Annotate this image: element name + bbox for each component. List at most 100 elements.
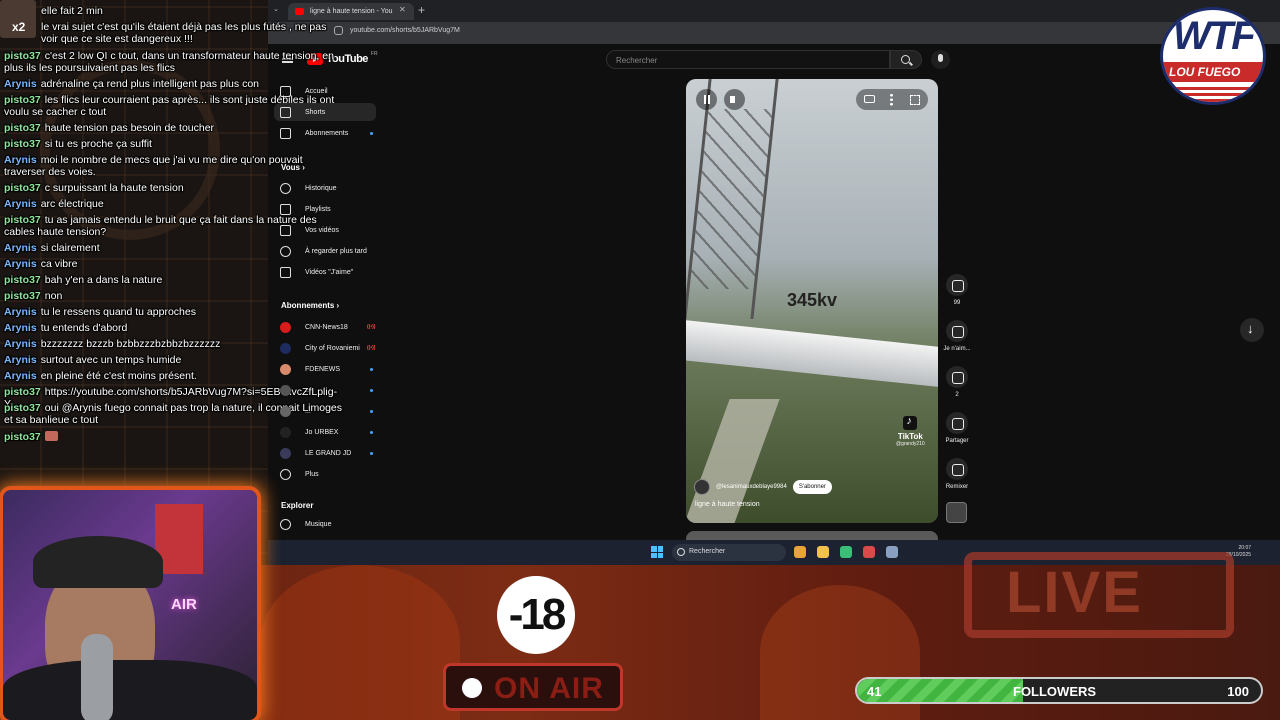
sidebar-item-label: Vos vidéos — [305, 226, 339, 234]
chat-username[interactable]: pisto37 — [4, 402, 41, 414]
new-tab-button[interactable]: + — [418, 3, 425, 17]
chat-username[interactable]: Arynis — [4, 354, 37, 366]
sidebar-heading-explore: Explorer — [281, 501, 314, 510]
regarder-plus-tard-icon — [280, 245, 291, 257]
sidebar-item-historique[interactable]: Historique — [280, 179, 337, 197]
sidebar-item-vos-vid-os[interactable]: Vos vidéos — [280, 221, 339, 239]
new-content-dot — [370, 410, 373, 413]
subscribe-button[interactable]: S'abonner — [792, 480, 832, 494]
sidebar-item-label: Accueil — [305, 87, 328, 95]
chat-username[interactable]: Arynis — [4, 258, 37, 270]
new-content-dot — [370, 452, 373, 455]
sidebar-item-label: Abonnements — [305, 129, 349, 137]
more-options-icon[interactable] — [890, 93, 893, 106]
sidebar-item-shorts[interactable]: Shorts — [274, 103, 376, 121]
video-controls — [696, 89, 928, 111]
chat-username[interactable]: pisto37 — [4, 50, 41, 62]
channel-avatar — [280, 342, 291, 354]
chat-username[interactable]: Arynis — [4, 154, 37, 166]
video-overlay-text: 345kv — [786, 290, 838, 310]
chat-username[interactable]: Arynis — [4, 306, 37, 318]
subscription-jo-urbex[interactable]: Jo URBEX — [280, 423, 338, 441]
chat-username[interactable]: pisto37 — [4, 138, 41, 150]
voice-search-mic-icon[interactable] — [931, 50, 950, 69]
remix-label: Remixer — [945, 484, 969, 490]
channel-logo: WTF LOU FUEGO — [1160, 7, 1266, 105]
chat-username[interactable]: pisto37 — [4, 274, 41, 286]
chat-username[interactable]: pisto37 — [4, 431, 41, 443]
app-red-icon[interactable] — [863, 546, 875, 558]
chat-username[interactable]: Arynis — [4, 370, 37, 382]
taskbar-search[interactable]: Rechercher — [672, 544, 786, 561]
chat-username[interactable]: Arynis — [4, 78, 37, 90]
app-green-icon[interactable] — [840, 546, 852, 558]
search-button[interactable] — [890, 50, 922, 69]
chat-username[interactable]: Arynis — [4, 338, 37, 350]
sidebar-heading-subscriptions[interactable]: Abonnements › — [281, 301, 339, 310]
subscription-le-grand-jd[interactable]: LE GRAND JD — [280, 444, 351, 462]
chat-message: elle fait 2 min — [41, 5, 346, 17]
clock-time: 20:07 — [1238, 545, 1252, 551]
chat-username[interactable]: pisto37 — [4, 122, 41, 134]
chat-text: ca vibre — [40, 258, 78, 270]
fullscreen-icon[interactable] — [910, 95, 920, 105]
close-tab-icon[interactable]: ✕ — [399, 5, 406, 14]
subscription-item[interactable]: ... — [280, 402, 311, 420]
chat-username[interactable]: pisto37 — [4, 94, 41, 106]
remix-button[interactable]: Remixer — [942, 458, 972, 490]
comments-button[interactable]: 2 — [942, 366, 972, 398]
chat-text: moi le nombre de mecs que j'ai vu me dir… — [4, 154, 303, 178]
sidebar-item-playlists[interactable]: Playlists — [280, 200, 331, 218]
url-text[interactable]: youtube.com/shorts/b5JARbVug7M — [350, 27, 460, 34]
windows-start-icon[interactable] — [651, 546, 663, 558]
sidebar-show-more[interactable]: Plus — [280, 465, 319, 483]
sidebar-item-vid-os-j-aime[interactable]: Vidéos "J'aime" — [280, 263, 353, 281]
chat-username[interactable]: Arynis — [4, 242, 37, 254]
sidebar-item-abonnements[interactable]: Abonnements — [280, 124, 348, 142]
sidebar-item-accueil[interactable]: Accueil — [280, 82, 328, 100]
dislike-icon — [946, 320, 968, 342]
subscription-city-of-rovaniemi[interactable]: City of Rovaniemi — [280, 339, 360, 357]
channel-avatar — [280, 426, 291, 438]
chat-text: si tu es proche ça suffit — [44, 138, 152, 150]
chat-username[interactable]: pisto37 — [4, 182, 41, 194]
age-rating-badge: -18 — [497, 576, 575, 654]
chat-username[interactable]: Arynis — [4, 198, 37, 210]
pause-button[interactable] — [696, 89, 717, 110]
channel-avatar — [280, 363, 291, 375]
sidebar-item-regarder-plus-tard[interactable]: À regarder plus tard — [280, 242, 367, 260]
channel-avatar[interactable] — [694, 479, 710, 495]
chat-username[interactable]: pisto37 — [4, 386, 41, 398]
channel-name[interactable]: @lesanimauxdeblaye9984 — [716, 484, 787, 490]
next-short-button[interactable] — [1240, 318, 1264, 342]
chat-text: surtout avec un temps humide — [40, 354, 182, 366]
comments-icon — [946, 366, 968, 388]
explorer-icon[interactable] — [817, 546, 829, 558]
share-icon — [946, 412, 968, 434]
chevron-down-icon — [280, 468, 291, 480]
share-button[interactable]: Partager — [942, 412, 972, 444]
abonnements-icon — [280, 127, 291, 139]
chrome-icon[interactable] — [794, 546, 806, 558]
chat-username[interactable]: pisto37 — [4, 214, 41, 226]
chat-username[interactable]: pisto37 — [4, 290, 41, 302]
subscription-cnn-news18[interactable]: CNN-News18 — [280, 318, 348, 336]
captions-icon[interactable] — [864, 95, 875, 103]
audio-thumbnail[interactable] — [946, 502, 967, 523]
subscription-fdenews[interactable]: FDENEWS — [280, 360, 340, 378]
sidebar-item-musique[interactable]: Musique — [280, 515, 331, 533]
chat-text: si clairement — [40, 242, 100, 254]
chat-username[interactable]: Arynis — [4, 322, 37, 334]
like-label: 99 — [953, 300, 961, 306]
like-button[interactable]: 99 — [942, 274, 972, 306]
search-input[interactable]: Rechercher — [606, 50, 890, 69]
volume-button[interactable] — [724, 89, 745, 110]
dislike-button[interactable]: Je n'aim... — [942, 320, 972, 352]
tiktok-watermark: TikTok @grandy210 — [896, 415, 925, 447]
video-title[interactable]: ligne à haute tension — [695, 501, 760, 508]
sidebar-heading-you[interactable]: Vous › — [281, 163, 305, 172]
settings-icon[interactable] — [886, 546, 898, 558]
share-label: Partager — [945, 438, 969, 444]
tiktok-brand: TikTok — [897, 432, 923, 441]
subscription-item[interactable]: ... — [280, 381, 311, 399]
